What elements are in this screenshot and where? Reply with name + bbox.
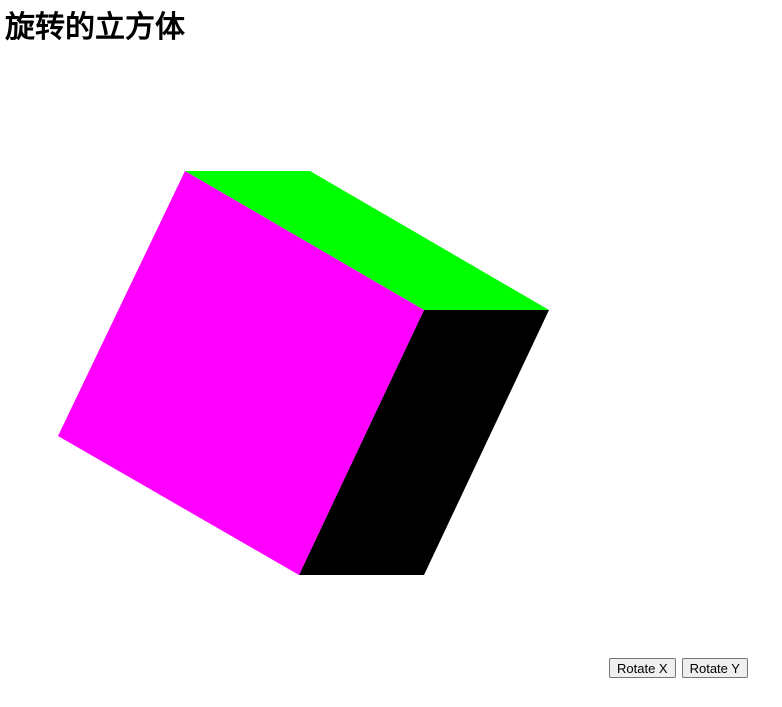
rotate-x-button[interactable]: Rotate X [609,658,676,678]
rotate-y-button[interactable]: Rotate Y [681,658,748,678]
rotation-controls: Rotate X Rotate Y [609,658,748,678]
cube-canvas [58,171,549,575]
